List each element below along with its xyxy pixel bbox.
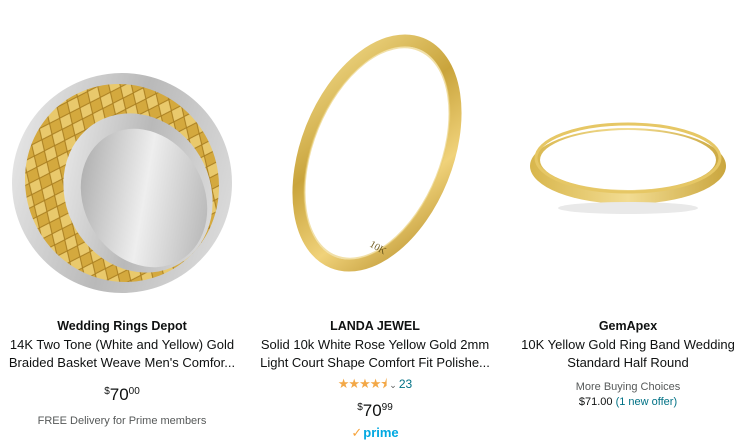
delivery-info: FREE Delivery for Prime members (37, 415, 207, 427)
product-image[interactable] (512, 8, 744, 307)
product-title-link[interactable]: 10K Yellow Gold Ring Band Wedding Standa… (512, 336, 744, 372)
price-whole: 70 (109, 385, 129, 404)
price-fraction: 99 (381, 402, 393, 413)
product-grid: Wedding Rings Depot 14K Two Tone (White … (0, 0, 750, 446)
product-title-line-1[interactable]: 10K Yellow Gold Ring Band Wedding (512, 336, 744, 354)
product-brand: LANDA JEWEL (330, 319, 420, 333)
product-brand: Wedding Rings Depot (57, 319, 187, 333)
star-rating-icon[interactable]: ★★★★⯨ (338, 376, 388, 391)
prime-label: prime (363, 425, 399, 440)
product-card[interactable]: Wedding Rings Depot 14K Two Tone (White … (6, 8, 238, 428)
price-whole: 70 (362, 401, 382, 420)
product-image[interactable] (6, 8, 238, 307)
thin-yellow-gold-band-image: 10K (259, 8, 491, 307)
product-price: $7000 (6, 382, 238, 405)
chevron-down-icon[interactable]: ⌄ (389, 380, 397, 390)
two-tone-braided-ring-image (6, 8, 238, 307)
product-title-line-2[interactable]: Braided Basket Weave Men's Comfor... (6, 354, 238, 372)
product-image[interactable]: 10K (259, 8, 491, 307)
half-round-gold-band-image (512, 8, 744, 307)
product-card[interactable]: GemApex 10K Yellow Gold Ring Band Weddin… (512, 8, 744, 410)
new-offer-link[interactable]: (1 new offer) (616, 396, 678, 408)
product-title-line-1[interactable]: 14K Two Tone (White and Yellow) Gold (6, 336, 238, 354)
rating-row[interactable]: ★★★★⯨ ⌄ 23 (259, 376, 491, 392)
product-price: $7099 (259, 398, 491, 421)
product-title-link[interactable]: 14K Two Tone (White and Yellow) Gold Bra… (6, 336, 238, 372)
prime-badge: ✓prime (259, 425, 491, 441)
product-title-line-2[interactable]: Light Court Shape Comfort Fit Polishe... (259, 354, 491, 372)
product-title-link[interactable]: Solid 10k White Rose Yellow Gold 2mm Lig… (259, 336, 491, 372)
offer-line: $71.00 (1 new offer) (512, 395, 744, 410)
product-title-line-2[interactable]: Standard Half Round (512, 354, 744, 372)
offer-price: $71.00 (578, 396, 613, 408)
product-card[interactable]: 10K LANDA JEWEL Solid 10k White Rose Yel… (259, 8, 491, 441)
more-buying-choices: More Buying Choices (575, 381, 681, 393)
product-title-line-1[interactable]: Solid 10k White Rose Yellow Gold 2mm (259, 336, 491, 354)
product-brand: GemApex (598, 319, 658, 333)
review-count-link[interactable]: 23 (399, 377, 412, 391)
prime-check-icon: ✓ (351, 425, 363, 440)
price-fraction: 00 (128, 386, 140, 397)
